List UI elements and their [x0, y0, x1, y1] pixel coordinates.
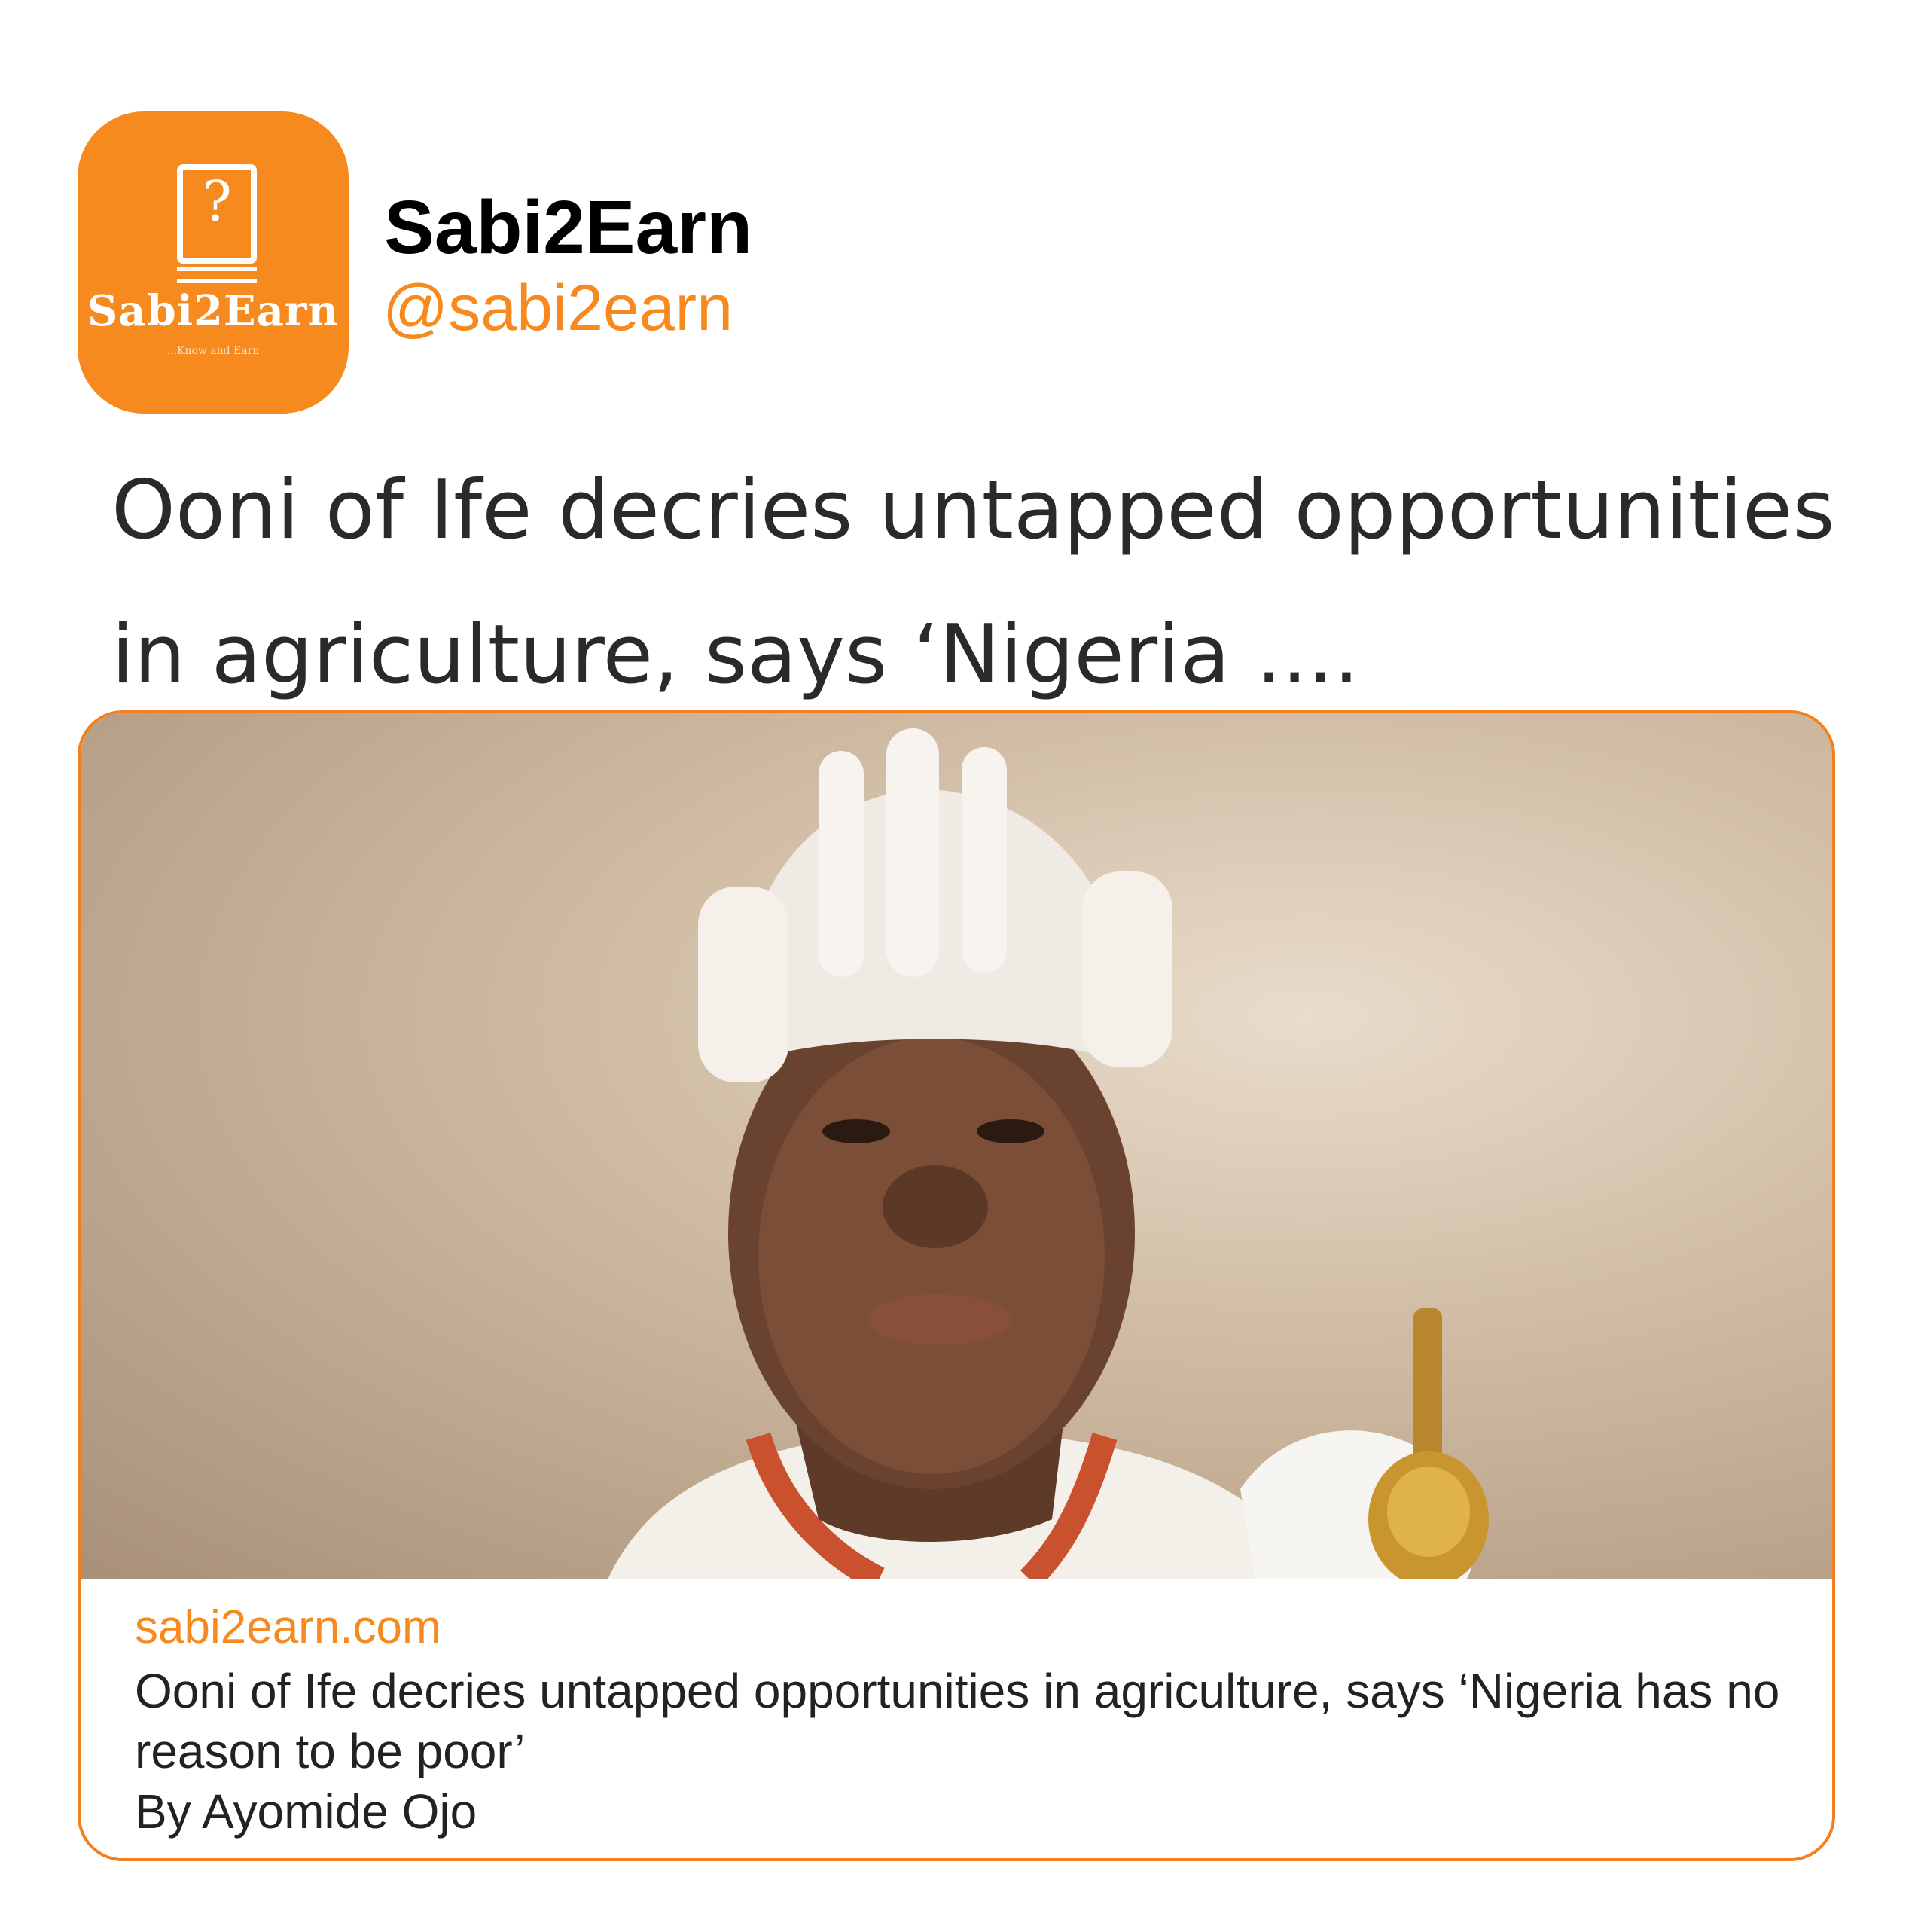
- avatar-logo-text: Sabi2Earn: [87, 286, 340, 336]
- avatar-tagline: ...Know and Earn: [166, 345, 260, 357]
- profile-name[interactable]: Sabi2Earn: [384, 190, 752, 265]
- link-preview-text: sabi2earn.com Ooni of Ife decries untapp…: [135, 1595, 1792, 1842]
- profile-avatar[interactable]: ? Sabi2Earn ...Know and Earn: [78, 111, 349, 414]
- link-title: Ooni of Ife decries untapped opportuniti…: [135, 1664, 1780, 1778]
- profile-handle[interactable]: @sabi2earn: [383, 276, 733, 340]
- article-photo: [81, 713, 1832, 1579]
- book-question-icon: ?: [177, 164, 257, 264]
- link-domain: sabi2earn.com: [135, 1601, 441, 1653]
- link-byline: By Ayomide Ojo: [135, 1784, 477, 1839]
- book-pages-icon: [177, 267, 257, 283]
- link-preview-card[interactable]: sabi2earn.com Ooni of Ife decries untapp…: [78, 710, 1835, 1861]
- post-headline: Ooni of Ife decries untapped opportuniti…: [111, 463, 1835, 702]
